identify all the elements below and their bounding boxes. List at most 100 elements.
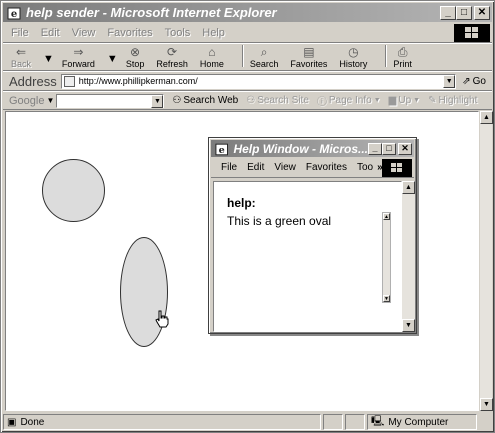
- help-menu-favorites[interactable]: Favorites: [306, 162, 347, 173]
- help-title-bar[interactable]: e Help Window - Micros... _ □ ✕: [211, 140, 414, 157]
- maximize-button[interactable]: □: [456, 5, 472, 20]
- status-text-panel: ▣ Done: [3, 414, 321, 430]
- help-maximize-button[interactable]: □: [382, 142, 396, 155]
- forward-dropdown-icon[interactable]: ▼: [107, 53, 118, 65]
- google-toolbar: Google ▼ ▼ ⚇ Search Web ⚇ Search Site ⓘ …: [3, 92, 492, 110]
- windows-logo: [382, 159, 412, 177]
- menu-file[interactable]: File: [11, 27, 29, 39]
- menu-bar: File Edit View Favorites Tools Help: [3, 23, 492, 43]
- go-button[interactable]: ⇗ Go: [462, 76, 486, 87]
- minimize-icon: _: [372, 143, 378, 153]
- window-title: help sender - Microsoft Internet Explore…: [26, 5, 277, 20]
- go-label: Go: [472, 75, 486, 87]
- help-window: e Help Window - Micros... _ □ ✕ File Edi…: [208, 137, 417, 334]
- scroll-up-button[interactable]: ▲: [402, 181, 415, 194]
- home-button[interactable]: ⌂ Home: [200, 45, 224, 69]
- help-menu-file[interactable]: File: [221, 162, 237, 173]
- minimize-button[interactable]: _: [440, 5, 456, 20]
- up-button[interactable]: ▆ Up ▼: [389, 95, 420, 106]
- address-input[interactable]: http://www.phillipkerman.com/ ▼: [60, 73, 457, 89]
- print-button[interactable]: ⎙ Print: [393, 45, 412, 69]
- search-web-label: Search Web: [183, 95, 239, 106]
- up-label: Up: [398, 95, 412, 106]
- main-vertical-scrollbar[interactable]: ▲ ▼: [479, 111, 493, 411]
- ie-icon: e: [7, 7, 21, 20]
- back-arrow-icon: ⇐: [15, 45, 27, 59]
- search-site-icon: ⚇: [246, 95, 256, 106]
- back-label: Back: [11, 59, 32, 69]
- menu-edit[interactable]: Edit: [41, 27, 60, 39]
- address-label: Address: [9, 73, 57, 89]
- back-button[interactable]: ⇐ Back: [11, 45, 31, 69]
- windows-logo: [454, 24, 490, 42]
- history-button[interactable]: ◷ History: [339, 45, 367, 69]
- print-label: Print: [393, 59, 412, 69]
- menu-tools[interactable]: Tools: [165, 27, 191, 39]
- scroll-down-button[interactable]: ▼: [383, 295, 390, 302]
- search-web-button[interactable]: ⚇ Search Web: [172, 95, 238, 106]
- page-info-dropdown-icon: ▼: [373, 97, 381, 104]
- back-dropdown-icon[interactable]: ▼: [43, 53, 54, 65]
- page-info-label: Page Info: [328, 95, 372, 106]
- stop-button[interactable]: ⊗ Stop: [126, 45, 145, 69]
- help-minimize-button[interactable]: _: [368, 142, 382, 155]
- status-panel: [345, 414, 365, 430]
- security-zone-panel: 🖳 My Computer: [367, 414, 477, 430]
- refresh-button[interactable]: ⟳ Refresh: [156, 45, 188, 69]
- google-logo[interactable]: Google: [9, 95, 44, 107]
- highlighter-icon: ✎: [428, 95, 437, 106]
- help-window-title: Help Window - Micros...: [233, 141, 368, 156]
- up-dropdown-icon: ▼: [413, 97, 421, 104]
- status-text: Done: [20, 416, 45, 428]
- minimize-icon: _: [445, 6, 451, 18]
- help-vertical-scrollbar[interactable]: ▲ ▼: [402, 181, 415, 332]
- scroll-down-button[interactable]: ▼: [402, 319, 415, 332]
- stop-icon: ⊗: [130, 45, 141, 59]
- google-search-input[interactable]: ▼: [56, 93, 165, 108]
- oval-shape[interactable]: [120, 237, 168, 347]
- computer-icon: 🖳: [371, 415, 385, 427]
- grey-circle-shape[interactable]: [42, 159, 105, 222]
- favorites-label: Favorites: [290, 59, 328, 69]
- help-text: This is a green oval: [227, 214, 332, 228]
- address-dropdown-button[interactable]: ▼: [443, 74, 456, 88]
- windows-flag-icon: [465, 27, 478, 38]
- toolbar-separator: [385, 45, 388, 67]
- help-content: help: This is a green oval ▲ ▼: [213, 181, 402, 332]
- title-bar[interactable]: e help sender - Microsoft Internet Explo…: [3, 3, 492, 22]
- help-textarea-scrollbar[interactable]: ▲ ▼: [382, 212, 391, 303]
- help-menu-tools[interactable]: Too: [357, 162, 373, 173]
- chevron-down-icon: ▼: [445, 77, 453, 85]
- help-close-button[interactable]: ✕: [398, 142, 412, 155]
- hand-cursor-icon: [155, 310, 169, 328]
- google-menu-dropdown-icon[interactable]: ▼: [46, 96, 54, 105]
- status-bar: ▣ Done 🖳 My Computer: [3, 413, 492, 431]
- page-info-button[interactable]: ⓘ Page Info ▼: [317, 93, 381, 108]
- google-search-dropdown-button[interactable]: ▼: [151, 94, 164, 108]
- menu-view[interactable]: View: [72, 27, 96, 39]
- windows-flag-icon: [391, 163, 402, 172]
- scroll-up-button[interactable]: ▲: [480, 111, 493, 124]
- menu-favorites[interactable]: Favorites: [107, 27, 152, 39]
- address-bar: Address http://www.phillipkerman.com/ ▼ …: [3, 72, 492, 91]
- menu-help[interactable]: Help: [202, 27, 225, 39]
- close-button[interactable]: ✕: [474, 5, 490, 20]
- favorites-button[interactable]: ▤ Favorites: [290, 45, 327, 69]
- search-icon: ⌕: [260, 45, 268, 59]
- highlight-button[interactable]: ✎ Highlight: [428, 95, 477, 106]
- arrow-down-icon: ▼: [384, 295, 389, 302]
- arrow-down-icon: ▼: [483, 401, 490, 408]
- arrow-up-icon: ▲: [483, 114, 490, 121]
- page-content: e Help Window - Micros... _ □ ✕ File Edi…: [5, 111, 479, 411]
- scroll-up-button[interactable]: ▲: [383, 213, 390, 220]
- go-arrow-icon: ⇗: [462, 75, 471, 87]
- search-site-button[interactable]: ⚇ Search Site: [246, 95, 309, 106]
- help-menu-view[interactable]: View: [274, 162, 296, 173]
- help-menu-edit[interactable]: Edit: [247, 162, 264, 173]
- search-button[interactable]: ⌕ Search: [250, 45, 279, 69]
- forward-button[interactable]: ⇒ Forward: [62, 45, 95, 69]
- refresh-label: Refresh: [156, 59, 188, 69]
- scroll-down-button[interactable]: ▼: [480, 398, 493, 411]
- forward-arrow-icon: ⇒: [73, 45, 84, 59]
- security-zone-label: My Computer: [388, 416, 449, 428]
